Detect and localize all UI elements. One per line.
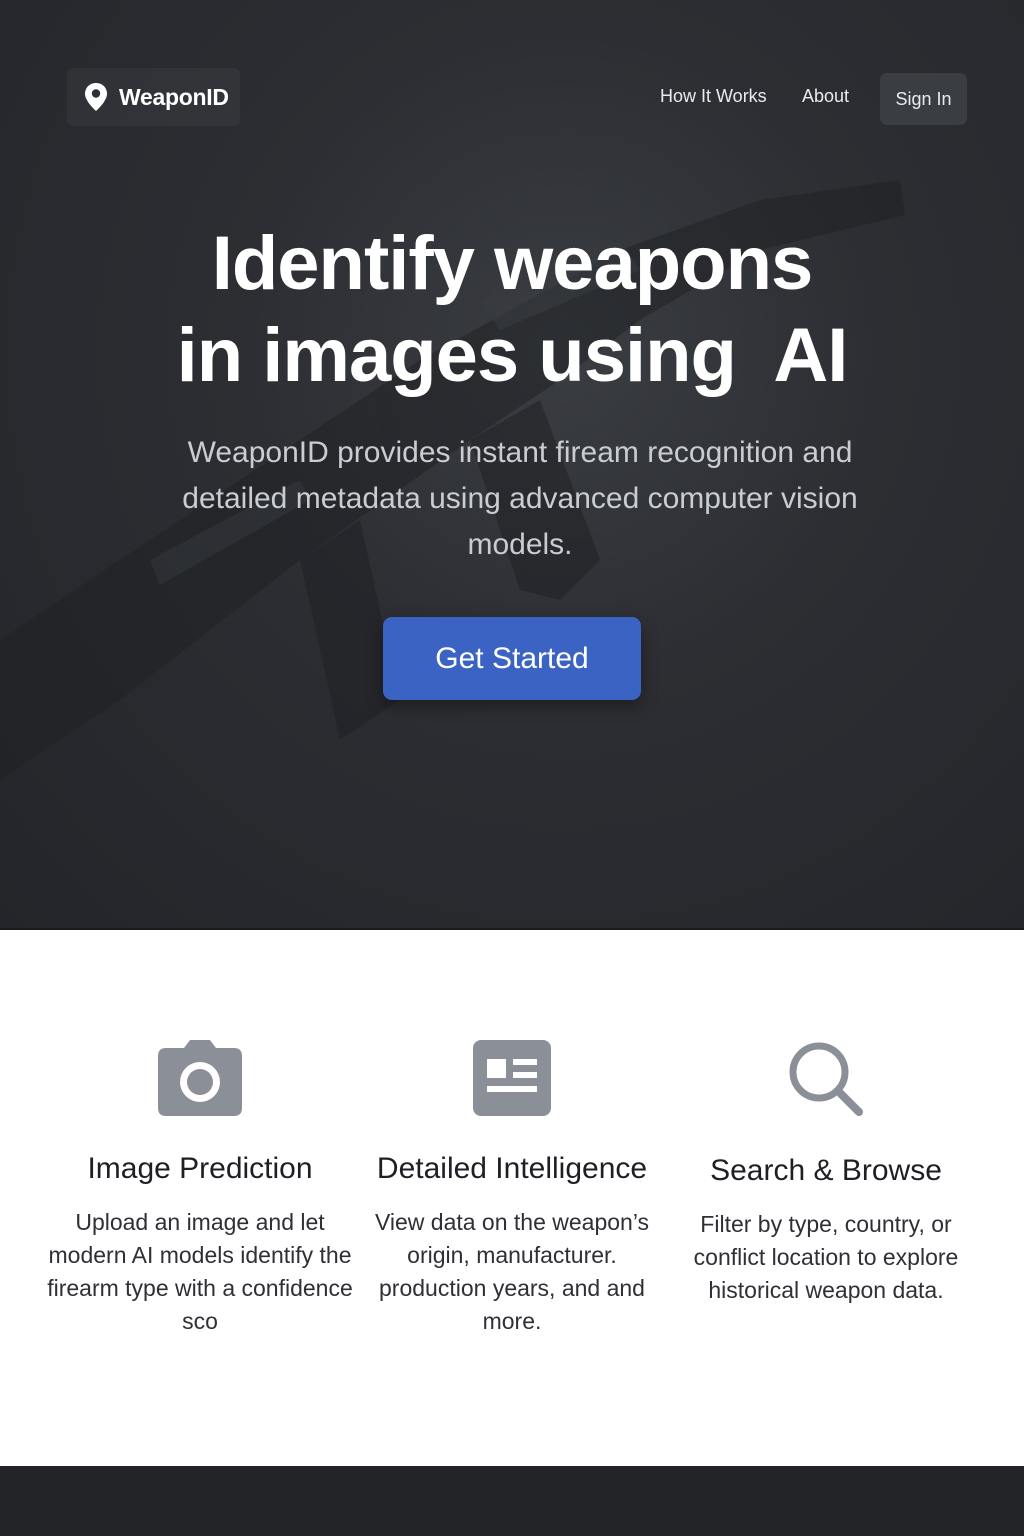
hero-title-line-2: in images using AI (176, 313, 849, 398)
feature-title: Detailed Intelligence (376, 1152, 648, 1185)
location-pin-icon (85, 83, 107, 111)
sign-in-button[interactable]: Sign In (880, 73, 967, 125)
hero-divider (0, 928, 1024, 930)
hero-subtitle: WeaponID provides instant fiream recogni… (182, 436, 858, 561)
nav-link-about[interactable]: About (802, 86, 849, 107)
get-started-button[interactable]: Get Started (383, 617, 641, 700)
feature-title: Image Prediction (87, 1152, 313, 1185)
hero-title-line-1: Identify weapons (211, 221, 814, 306)
feature-detailed-intelligence: Detailed Intelligence View data on the w… (352, 1040, 672, 1338)
hero-section: WeaponID How It Works About Sign In Iden… (0, 0, 1024, 929)
feature-search-browse: Search & Browse Filter by type, country,… (666, 1040, 986, 1307)
nav-link-how-it-works[interactable]: How It Works (660, 86, 767, 107)
search-icon (789, 1042, 863, 1116)
brand-name: WeaponID (119, 83, 229, 110)
brand-logo[interactable]: WeaponID (67, 68, 240, 126)
feature-description: Filter by type, country, or conflict loc… (693, 1211, 959, 1303)
footer (0, 1466, 1024, 1536)
newspaper-icon (473, 1040, 551, 1116)
feature-title: Search & Browse (710, 1154, 942, 1187)
camera-icon (158, 1040, 242, 1116)
feature-image-prediction: Image Prediction Upload an image and let… (40, 1040, 360, 1338)
feature-description: Upload an image and let modern AI models… (47, 1209, 353, 1334)
hero-title: Identify weapons in images using AI (0, 218, 1024, 402)
feature-description: View data on the weapon’s origin, manufa… (374, 1209, 650, 1334)
